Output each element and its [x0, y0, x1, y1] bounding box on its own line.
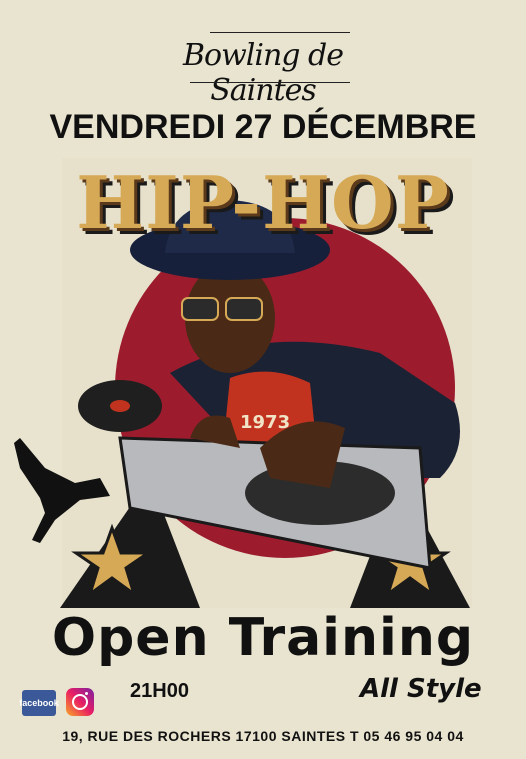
logo-top-line [210, 32, 350, 33]
shirt-number: 1973 [240, 412, 290, 433]
logo-text: Bowling de Saintes [183, 38, 344, 108]
event-title: Open Training [51, 608, 475, 668]
hiphop-headline: HIP-HOP [76, 160, 450, 245]
poster: Bowling de Saintes VENDREDI 27 DÉCEMBRE … [0, 0, 526, 759]
facebook-icon[interactable]: facebook [19, 690, 59, 716]
footer-address: 19, RUE DES ROCHERS 17100 SAINTES T 05 4… [62, 728, 464, 744]
event-style: All Style [360, 674, 482, 704]
instagram-icon[interactable] [66, 688, 94, 716]
event-time: 21H00 [130, 680, 189, 702]
vinyl-label [110, 400, 130, 412]
left-lens [181, 297, 219, 321]
logo-bottom-line [190, 82, 350, 83]
right-lens [225, 297, 263, 321]
bowling-logo: Bowling de Saintes [150, 18, 376, 108]
event-date: VENDREDI 27 DÉCEMBRE [49, 108, 477, 146]
